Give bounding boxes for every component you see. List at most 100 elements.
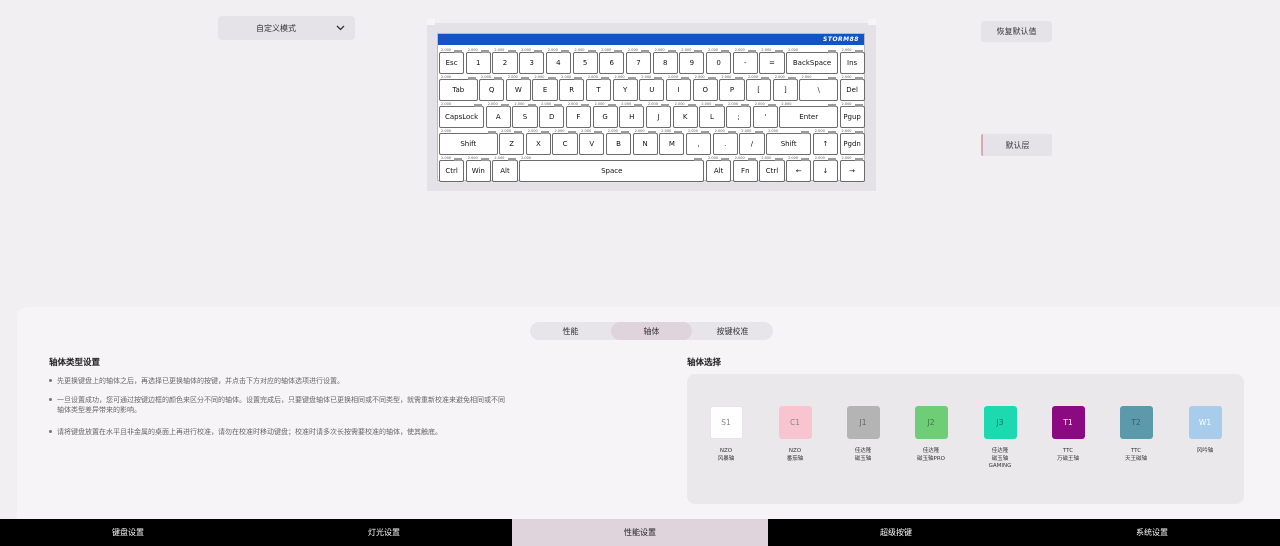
keycap[interactable]: 2.000 N [632, 129, 658, 155]
key-travel-value: 2.000 [761, 156, 772, 160]
keycap[interactable]: 2.000 Win [465, 156, 491, 182]
keycap[interactable]: 2.000 9 [679, 48, 705, 74]
keycap[interactable]: 2.000 J [645, 102, 672, 128]
keycap[interactable]: 2.000 F [565, 102, 591, 128]
keycap[interactable]: 2.000 ' [752, 102, 778, 128]
keycap[interactable]: 2.000 X [525, 129, 551, 155]
keycap[interactable]: 2.000 L [699, 102, 725, 128]
nav-super-keys[interactable]: 超级按键 [768, 519, 1024, 546]
keycap[interactable]: 2.000 W [505, 75, 531, 101]
switch-option-j3[interactable]: J3 佳达隆 磁玉轴 GAMING [966, 406, 1034, 471]
keycap[interactable]: 2.000 E [532, 75, 558, 101]
keyboard-preview: STORM88 2.000 Esc 2.000 1 2.000 2 2.000 3 2.000 4… [427, 19, 876, 191]
switch-option-w1[interactable]: W1 风吟轴 [1171, 406, 1239, 456]
default-layer-button[interactable]: 默认层 [981, 134, 1052, 156]
keycap[interactable]: 2.000 2 [492, 48, 518, 74]
keycap[interactable]: 2.000 P [719, 75, 745, 101]
keycap[interactable]: 2.000 Ins [839, 48, 865, 74]
keycap[interactable]: 2.000 Ctrl [759, 156, 785, 182]
mode-select[interactable]: 自定义模式 [218, 16, 355, 40]
keycap[interactable]: 2.000 \ [799, 75, 838, 101]
switch-option-c1[interactable]: C1 NZO 番茄轴 [761, 406, 829, 463]
keycap[interactable]: 2.000 A [485, 102, 511, 128]
switch-option-t2[interactable]: T2 TTC 天王磁轴 [1102, 406, 1170, 463]
keycap[interactable]: 2.000 5 [572, 48, 598, 74]
keycap[interactable]: 2.000 Del [839, 75, 865, 101]
keycap[interactable]: 2.000 C [552, 129, 578, 155]
chevron-down-icon [335, 23, 345, 33]
keycap[interactable]: 2.000; [726, 102, 752, 128]
keycap[interactable]: 2.000 BackSpace [786, 48, 838, 74]
switch-option-t1[interactable]: T1 TTC 万磁王轴 [1034, 406, 1102, 463]
tab-calibration[interactable]: 按键校准 [692, 322, 773, 340]
keycap[interactable]: 2.000 D [539, 102, 565, 128]
keycap[interactable]: 2.000 / [739, 129, 765, 155]
nav-keyboard-settings[interactable]: 键盘设置 [0, 519, 256, 546]
keycap[interactable]: 2.000 Alt [706, 156, 732, 182]
keycap[interactable]: 2.000 V [579, 129, 605, 155]
key-travel-value: 2.000 [741, 129, 752, 133]
keycap[interactable]: 2.000 [ [746, 75, 772, 101]
keycap[interactable]: 2.000 8 [652, 48, 678, 74]
keycap[interactable]: 2.000 Z [499, 129, 525, 155]
keycap[interactable]: 2.000 Ctrl [439, 156, 465, 182]
keycap[interactable]: 2.000 O [692, 75, 718, 101]
keycap[interactable]: 2.000 Space [519, 156, 705, 182]
nav-performance-settings[interactable]: 性能设置 [512, 519, 768, 546]
keycap[interactable]: 2.000 K [672, 102, 698, 128]
keycap[interactable]: 2.000 B [605, 129, 632, 155]
switch-option-j1[interactable]: J1 佳达隆 磁玉轴 [829, 406, 897, 463]
keycap[interactable]: 2.000 M [659, 129, 685, 155]
keycap[interactable]: 2.000 Pgup [839, 102, 865, 128]
keycap[interactable]: 2.000 CapsLock [439, 102, 485, 128]
keycap[interactable]: 2.000 ↓ [812, 156, 838, 182]
keycap[interactable]: 2.000 R [559, 75, 585, 101]
key-travel-value: 2.000 [601, 48, 612, 52]
key-label: ] [783, 86, 787, 94]
key-label: Esc [445, 59, 458, 67]
key-travel-value: 2.000 [841, 48, 852, 52]
keycap[interactable]: 2.000 Fn [732, 156, 758, 182]
keycap[interactable]: 2.000 Y [612, 75, 638, 101]
keycap[interactable]: 2.000 7 [625, 48, 652, 74]
restore-defaults-button[interactable]: 恢复默认值 [981, 21, 1052, 42]
keycap[interactable]: 2.000] [772, 75, 798, 101]
keycap[interactable]: 2.000 S [512, 102, 538, 128]
keycap[interactable]: 2.000 Pgdn [839, 129, 865, 155]
keycap[interactable]: 2.000 Shift [439, 129, 498, 155]
keycap[interactable]: 2.000 → [839, 156, 865, 182]
keycap[interactable]: 2.000 Shift [766, 129, 812, 155]
keycap[interactable]: 2.000 Alt [492, 156, 518, 182]
keycap[interactable]: 2.000 ← [786, 156, 812, 182]
tab-switch[interactable]: 轴体 [611, 322, 692, 340]
key-travel-value: 2.000 [841, 129, 852, 133]
keycap[interactable]: 2.000 = [759, 48, 785, 74]
keycap[interactable]: 2.000 G [592, 102, 618, 128]
keycap[interactable]: 2.000 U [639, 75, 665, 101]
keycap[interactable]: 2.000 Tab [439, 75, 478, 101]
switch-option-j2[interactable]: J2 佳达隆 磁玉轴PRO [897, 406, 965, 463]
keycap[interactable]: 2.000 0 [706, 48, 732, 74]
keycap[interactable]: 2.000 T [585, 75, 612, 101]
key-switch-marker [480, 158, 489, 161]
key-travel-value: 2.000 [481, 75, 492, 79]
switch-option-s1[interactable]: S1 NZO 风暴轴 [692, 406, 760, 463]
keycap[interactable]: 2.000 Esc [439, 48, 465, 74]
key-travel-value: 2.000 [587, 75, 598, 79]
nav-system-settings[interactable]: 系统设置 [1024, 519, 1280, 546]
tab-performance[interactable]: 性能 [530, 322, 611, 340]
keycap[interactable]: 2.000 H [619, 102, 645, 128]
keycap[interactable]: 2.000 3 [519, 48, 545, 74]
keycap[interactable]: 2.000 4 [545, 48, 571, 74]
keycap[interactable]: 2.000 Q [479, 75, 505, 101]
key-switch-marker [647, 131, 656, 134]
keycap[interactable]: 2.000 Enter [779, 102, 838, 128]
keycap[interactable]: 2.000, [685, 129, 712, 155]
keycap[interactable]: 2.000 I [665, 75, 692, 101]
nav-lighting-settings[interactable]: 灯光设置 [256, 519, 512, 546]
keycap[interactable]: 2.000. [712, 129, 738, 155]
keycap[interactable]: 2.000 1 [465, 48, 491, 74]
keycap[interactable]: 2.000 6 [599, 48, 625, 74]
keycap[interactable]: 2.000 ↑ [812, 129, 838, 155]
keycap[interactable]: 2.000 - [732, 48, 758, 74]
